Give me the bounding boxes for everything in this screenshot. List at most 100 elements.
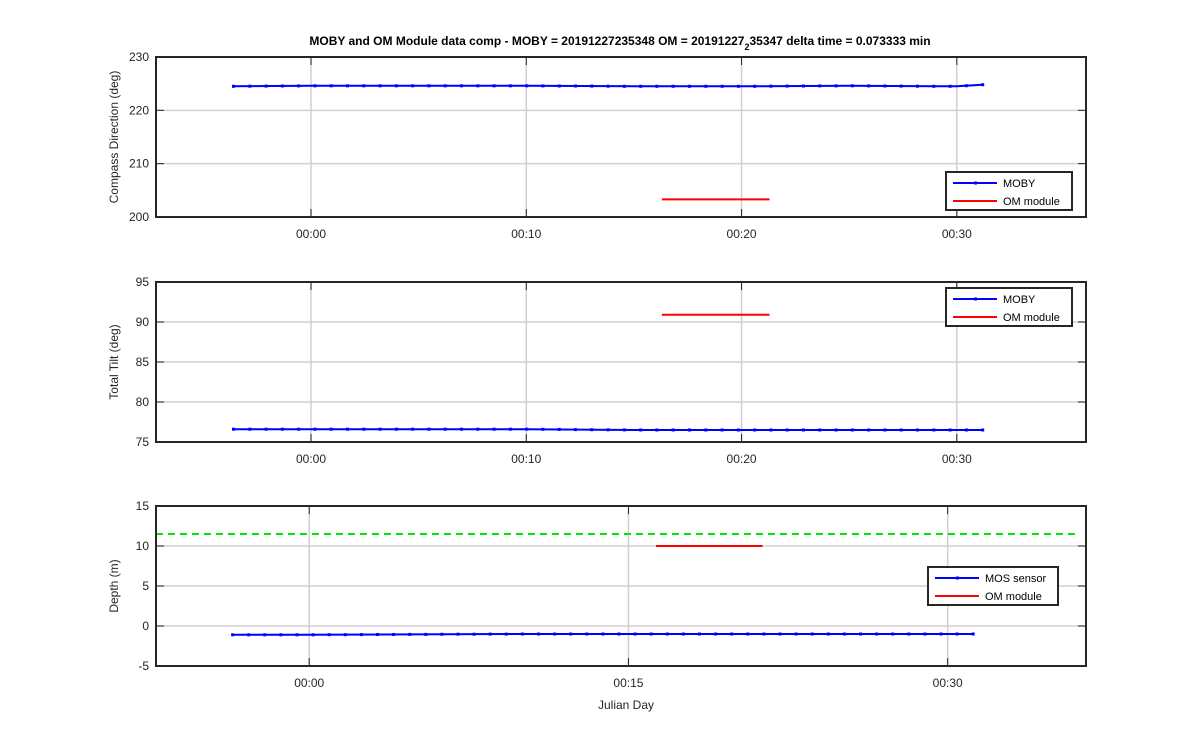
legend-label: OM module <box>1003 196 1060 208</box>
y-tick-label: 10 <box>136 539 150 553</box>
data-point <box>346 84 349 88</box>
data-point <box>541 427 545 431</box>
data-point <box>867 84 871 88</box>
data-point <box>327 633 331 637</box>
x-axis-label: Julian Day <box>598 698 654 712</box>
data-point <box>720 84 724 88</box>
data-point <box>834 84 838 88</box>
data-point <box>557 84 561 88</box>
data-point <box>826 632 830 636</box>
data-point <box>329 427 333 431</box>
data-point <box>541 84 545 88</box>
x-tick-label: 00:20 <box>727 227 757 241</box>
data-point <box>346 427 349 431</box>
data-point <box>590 84 594 88</box>
data-point <box>394 84 398 88</box>
subplot-3: -5 0 5 10 15 00:00 00:15 00:30 Depth (m) Julian D… <box>107 499 1087 712</box>
y-tick-label: 85 <box>136 355 150 369</box>
data-point <box>443 84 447 88</box>
data-point <box>606 428 610 432</box>
legend-label: OM module <box>1003 312 1060 324</box>
subplot-1: 200 210 220 230 00:00 00:10 00:20 00:30 Compass … <box>107 50 1087 241</box>
x-tick-label: 00:00 <box>294 676 324 690</box>
y-tick-label: 200 <box>129 210 149 224</box>
data-point <box>883 84 887 88</box>
y-tick-label: 80 <box>136 395 150 409</box>
data-point <box>525 84 529 88</box>
data-point <box>378 84 382 88</box>
data-point <box>883 428 887 432</box>
data-point <box>907 632 911 636</box>
data-point <box>955 632 959 636</box>
y-tick-label: 5 <box>142 579 149 593</box>
legend-marker <box>974 181 977 185</box>
data-point <box>633 632 637 636</box>
data-point <box>850 428 854 432</box>
data-point <box>508 84 512 88</box>
data-point <box>778 632 782 636</box>
data-point <box>681 632 685 636</box>
x-tick-label: 00:10 <box>511 227 541 241</box>
subplots: 200 210 220 230 00:00 00:10 00:20 00:30 Compass … <box>107 50 1087 712</box>
data-point <box>232 84 235 88</box>
data-point <box>932 84 936 88</box>
x-tick-label: 00:00 <box>296 227 326 241</box>
data-point <box>247 633 251 637</box>
data-point <box>867 428 871 432</box>
data-point <box>622 428 626 432</box>
x-tick-label: 00:30 <box>933 676 963 690</box>
legend-marker <box>956 576 959 580</box>
data-point <box>923 632 927 636</box>
data-point <box>557 427 561 431</box>
data-point <box>392 633 396 636</box>
data-point <box>753 428 757 432</box>
data-point <box>964 428 968 432</box>
legend-label: MOBY <box>1003 294 1036 306</box>
data-point <box>671 84 675 88</box>
data-point <box>376 633 379 636</box>
y-tick-label: -5 <box>138 659 149 673</box>
data-point <box>280 84 284 88</box>
data-point <box>818 428 822 432</box>
data-point <box>408 632 412 636</box>
data-point <box>411 427 415 431</box>
data-point <box>932 428 936 432</box>
data-point <box>553 632 557 636</box>
data-point <box>574 84 577 88</box>
data-point <box>427 84 431 88</box>
data-point <box>617 632 621 636</box>
y-tick-label: 15 <box>136 499 150 513</box>
data-point <box>313 84 317 88</box>
data-point <box>525 427 529 431</box>
data-point <box>916 428 919 432</box>
data-point <box>964 84 968 88</box>
y-tick-label: 220 <box>129 103 149 117</box>
data-point <box>769 84 773 88</box>
data-point <box>785 84 789 88</box>
data-point <box>313 427 317 431</box>
y-axis-label: Depth (m) <box>107 559 121 612</box>
data-point <box>810 632 814 636</box>
data-point <box>440 632 444 636</box>
x-tick-label: 00:20 <box>727 452 757 466</box>
data-point <box>891 632 895 636</box>
data-point <box>520 632 524 636</box>
data-point <box>939 632 943 636</box>
data-point <box>762 632 766 636</box>
data-point <box>359 633 363 637</box>
data-point <box>601 632 605 636</box>
data-point <box>264 427 268 431</box>
data-point <box>476 427 480 431</box>
data-point <box>476 84 480 88</box>
data-point <box>802 428 805 432</box>
data-point <box>785 428 789 432</box>
y-axis-label: Compass Direction (deg) <box>107 71 121 204</box>
data-point <box>231 633 235 637</box>
data-point <box>263 633 267 637</box>
data-point <box>649 632 653 636</box>
data-point <box>875 632 879 636</box>
legend-label: MOBY <box>1003 178 1036 190</box>
x-tick-label: 00:10 <box>511 452 541 466</box>
legend: MOBY OM module <box>945 171 1073 211</box>
data-point <box>362 84 366 88</box>
